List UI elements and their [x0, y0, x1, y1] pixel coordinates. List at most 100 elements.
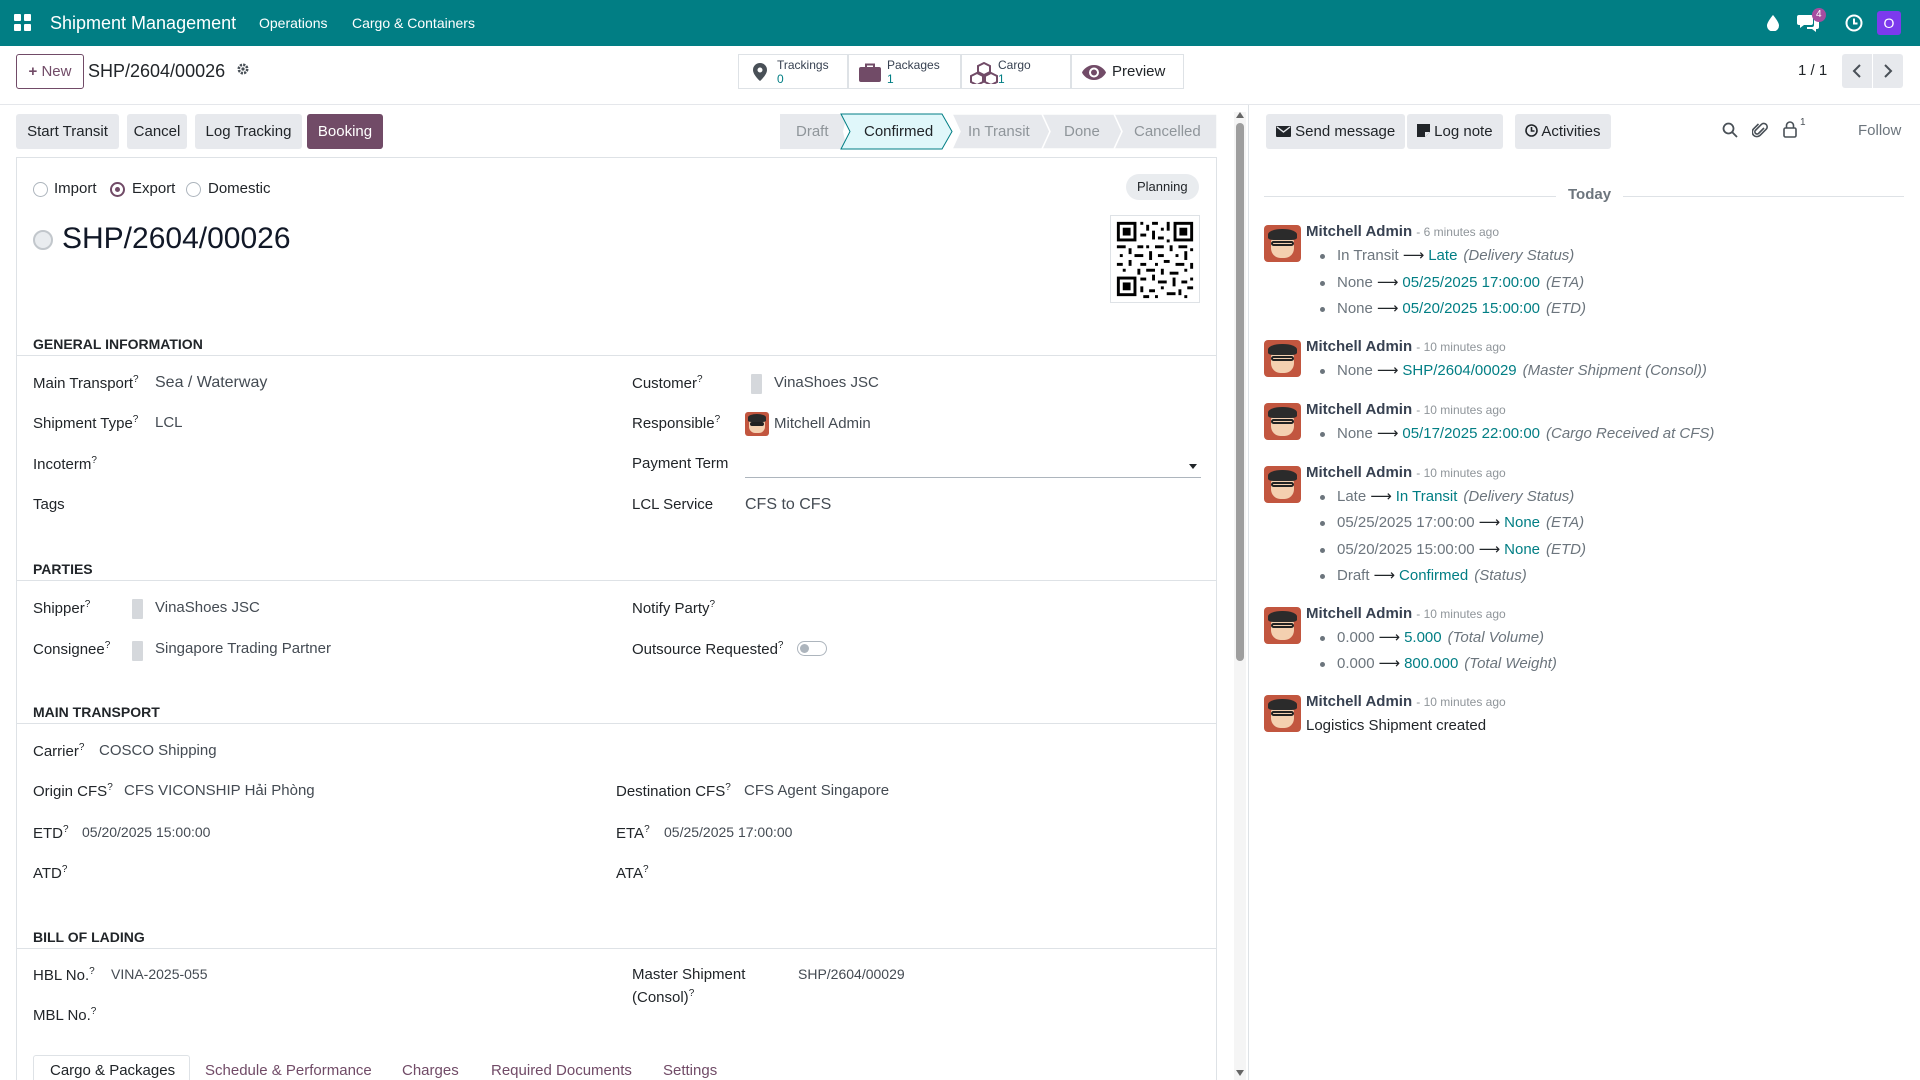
help-icon[interactable]: ? — [91, 1006, 97, 1017]
apps-menu-icon[interactable] — [14, 0, 34, 46]
radio-domestic-label[interactable]: Domestic — [208, 180, 271, 197]
scrollbar-thumb[interactable] — [1236, 123, 1244, 661]
send-message-button[interactable]: Send message — [1266, 114, 1406, 149]
smart-button-trackings[interactable]: Trackings 0 — [738, 54, 848, 89]
radio-import-label[interactable]: Import — [54, 180, 97, 197]
activity-clock-icon[interactable] — [1845, 0, 1863, 46]
consignee-value[interactable]: Singapore Trading Partner — [155, 640, 331, 657]
stage-confirmed[interactable]: Confirmed — [864, 123, 933, 140]
message-author[interactable]: Mitchell Admin - 10 minutes ago — [1306, 401, 1506, 418]
tab-schedule-performance[interactable]: Schedule & Performance — [205, 1062, 372, 1079]
log-note-button[interactable]: Log note — [1407, 114, 1503, 149]
form-scrollbar-track[interactable] — [1234, 112, 1246, 1080]
help-icon[interactable]: ? — [725, 782, 731, 793]
message-avatar[interactable] — [1264, 695, 1301, 732]
pager-next-button[interactable] — [1873, 54, 1903, 88]
tab-charges[interactable]: Charges — [402, 1062, 459, 1079]
help-icon[interactable]: ? — [79, 742, 85, 753]
carrier-value[interactable]: COSCO Shipping — [99, 742, 217, 759]
app-title[interactable]: Shipment Management — [50, 0, 236, 46]
new-button[interactable]: + New — [16, 54, 84, 89]
log-tracking-button[interactable]: Log Tracking — [195, 114, 302, 149]
lcl-service-value[interactable]: CFS to CFS — [745, 496, 831, 514]
building-icon — [132, 641, 143, 661]
help-icon[interactable]: ? — [91, 455, 97, 466]
shipment-type-value[interactable]: LCL — [155, 414, 183, 431]
help-icon[interactable]: ? — [105, 640, 111, 651]
tab-settings[interactable]: Settings — [663, 1062, 717, 1079]
stage-done[interactable]: Done — [1064, 123, 1100, 140]
help-icon[interactable]: ? — [689, 988, 695, 999]
help-icon[interactable]: ? — [133, 414, 139, 425]
message-author[interactable]: Mitchell Admin - 6 minutes ago — [1306, 223, 1499, 240]
help-icon[interactable]: ? — [63, 824, 69, 835]
outsource-toggle[interactable] — [797, 641, 827, 656]
field-name: (ETD) — [1546, 541, 1587, 558]
master-shipment-value[interactable]: SHP/2604/00029 — [798, 966, 905, 982]
paperclip-icon[interactable] — [1751, 121, 1768, 143]
tab-cargo-packages-label[interactable]: Cargo & Packages — [50, 1062, 175, 1079]
help-icon[interactable]: ? — [643, 864, 649, 875]
radio-import[interactable] — [33, 182, 48, 197]
priority-circle[interactable] — [33, 230, 53, 250]
message-author[interactable]: Mitchell Admin - 10 minutes ago — [1306, 605, 1506, 622]
customer-value[interactable]: VinaShoes JSC — [774, 374, 879, 391]
follow-button[interactable]: Follow — [1858, 122, 1901, 139]
pager-value[interactable]: 1 / 1 — [1798, 62, 1827, 79]
etd-value[interactable]: 05/20/2025 15:00:00 — [82, 824, 210, 840]
message-avatar[interactable] — [1264, 607, 1301, 644]
eta-value[interactable]: 05/25/2025 17:00:00 — [664, 824, 792, 840]
new-value: None — [1504, 541, 1541, 558]
message-author[interactable]: Mitchell Admin - 10 minutes ago — [1306, 464, 1506, 481]
help-icon[interactable]: ? — [107, 782, 113, 793]
message-author[interactable]: Mitchell Admin - 10 minutes ago — [1306, 338, 1506, 355]
main-transport-value[interactable]: Sea / Waterway — [155, 374, 267, 392]
help-icon[interactable]: ? — [133, 374, 139, 385]
help-icon[interactable]: ? — [85, 599, 91, 610]
drop-icon[interactable] — [1767, 0, 1779, 46]
followers-lock-icon[interactable] — [1783, 121, 1797, 142]
discuss-chat-icon[interactable] — [1797, 0, 1819, 46]
origin-cfs-value[interactable]: CFS VICONSHIP Hải Phòng — [124, 782, 315, 799]
stage-draft[interactable]: Draft — [796, 123, 829, 140]
radio-export[interactable] — [110, 182, 125, 197]
help-icon[interactable]: ? — [715, 414, 721, 425]
stage-in-transit[interactable]: In Transit — [968, 123, 1030, 140]
scroll-up-arrow[interactable] — [1236, 112, 1244, 118]
radio-domestic[interactable] — [186, 182, 201, 197]
menu-cargo-containers[interactable]: Cargo & Containers — [352, 0, 475, 46]
help-icon[interactable]: ? — [710, 599, 716, 610]
help-icon[interactable]: ? — [62, 864, 68, 875]
booking-button[interactable]: Booking — [307, 114, 383, 149]
smart-button-preview[interactable]: Preview — [1071, 54, 1184, 89]
payment-term-select[interactable] — [745, 454, 1201, 478]
user-avatar[interactable]: O — [1877, 11, 1901, 35]
message-avatar[interactable] — [1264, 403, 1301, 440]
help-icon[interactable]: ? — [697, 374, 703, 385]
help-icon[interactable]: ? — [89, 966, 95, 977]
start-transit-button[interactable]: Start Transit — [16, 114, 119, 149]
message-avatar[interactable] — [1264, 466, 1301, 503]
responsible-value[interactable]: Mitchell Admin — [774, 415, 871, 432]
pager-prev-button[interactable] — [1842, 54, 1872, 88]
shipper-value[interactable]: VinaShoes JSC — [155, 599, 260, 616]
record-title[interactable]: SHP/2604/00026 — [62, 222, 291, 256]
message-avatar[interactable] — [1264, 340, 1301, 377]
menu-operations[interactable]: Operations — [259, 0, 327, 46]
smart-button-cargo[interactable]: Cargo 1 — [961, 54, 1071, 89]
help-icon[interactable]: ? — [644, 824, 650, 835]
activities-button[interactable]: Activities — [1515, 114, 1611, 149]
help-icon[interactable]: ? — [778, 640, 784, 651]
search-icon[interactable] — [1722, 122, 1738, 142]
radio-export-label[interactable]: Export — [132, 180, 175, 197]
tab-required-documents[interactable]: Required Documents — [491, 1062, 632, 1079]
hbl-value[interactable]: VINA-2025-055 — [111, 966, 208, 982]
message-author[interactable]: Mitchell Admin - 10 minutes ago — [1306, 693, 1506, 710]
message-avatar[interactable] — [1264, 225, 1301, 262]
scroll-down-arrow[interactable] — [1236, 1070, 1244, 1076]
record-gear-icon[interactable] — [236, 62, 250, 80]
destination-cfs-value[interactable]: CFS Agent Singapore — [744, 782, 889, 799]
stage-cancelled[interactable]: Cancelled — [1134, 123, 1201, 140]
smart-button-packages[interactable]: Packages 1 — [848, 54, 961, 89]
cancel-button[interactable]: Cancel — [127, 114, 187, 149]
